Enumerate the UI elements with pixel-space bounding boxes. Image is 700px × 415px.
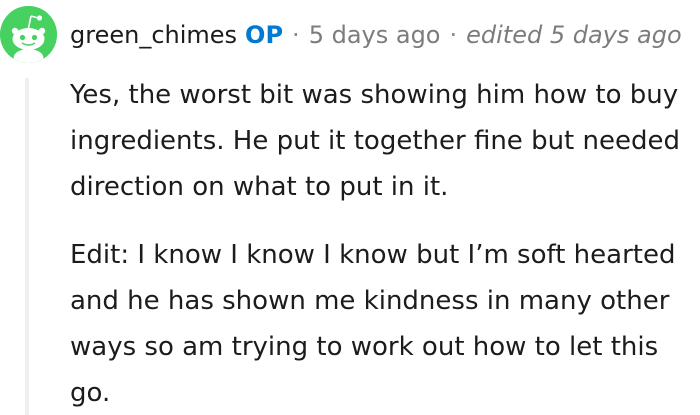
comment-paragraph: Edit: I know I know I know but I’m soft … [70,240,676,408]
comment: green_chimes OP · 5 days ago · edited 5 … [0,0,700,415]
comment-meta: green_chimes OP · 5 days ago · edited 5 … [70,18,682,52]
op-badge: OP [245,21,284,49]
edited-label: edited 5 days ago [466,21,682,49]
username-link[interactable]: green_chimes [70,18,237,52]
thread-collapse-line[interactable] [25,78,29,415]
comment-body: Yes, the worst bit was showing him how t… [70,72,695,415]
comment-timestamp[interactable]: 5 days ago [309,18,441,52]
separator-dot: · [292,21,300,49]
snoo-avatar-icon [0,6,57,63]
user-avatar[interactable] [0,6,57,63]
comment-paragraph: Yes, the worst bit was showing him how t… [70,80,680,202]
separator-dot: · [449,21,458,49]
